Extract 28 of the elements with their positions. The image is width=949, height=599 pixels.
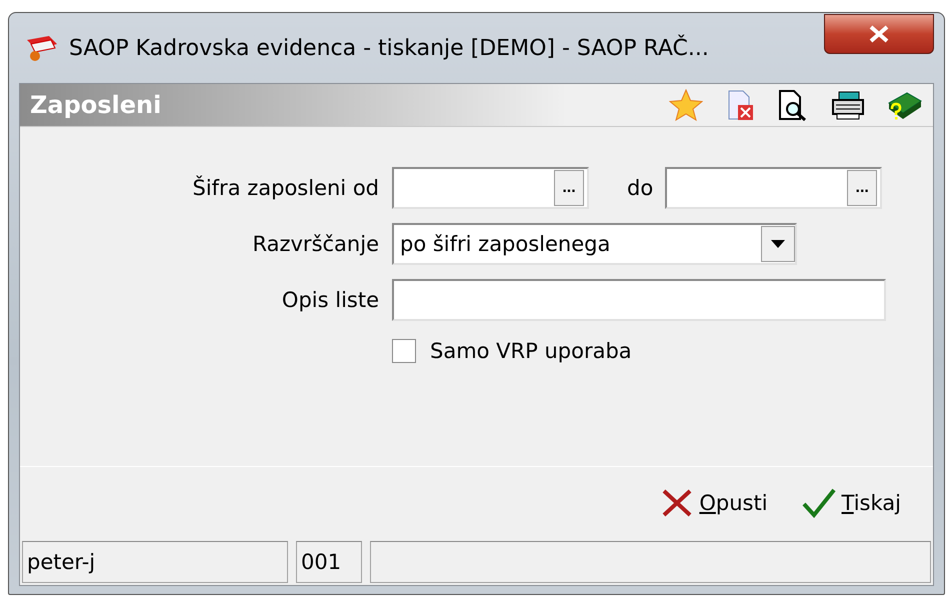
checkbox[interactable] [392, 339, 416, 363]
header-title: Zaposleni [30, 91, 162, 119]
printer-icon[interactable] [831, 90, 865, 120]
cancel-button[interactable]: Opusti [661, 488, 768, 518]
status-panel: peter-j [22, 541, 288, 583]
close-icon [867, 24, 891, 44]
dropdown[interactable]: po šifri zaposlenega [392, 223, 797, 265]
field-label: Opis liste [280, 288, 379, 312]
checkmark-icon [802, 488, 836, 518]
field-label: do [627, 176, 654, 200]
cross-icon [661, 488, 694, 518]
status-panel: 001 [296, 541, 362, 583]
dropdown-button[interactable] [761, 226, 795, 262]
browse-button[interactable]: ... [554, 170, 584, 206]
star-icon[interactable] [669, 89, 703, 121]
browse-button[interactable]: ... [847, 170, 878, 206]
caret-icon [771, 240, 785, 248]
checkbox-label: Samo VRP uporaba [430, 339, 632, 363]
input-field[interactable]: ... [392, 167, 589, 209]
close-button[interactable] [824, 14, 934, 54]
input-field[interactable] [392, 279, 886, 321]
print-button[interactable]: Tiskaj [802, 488, 901, 518]
window-title: SAOP Kadrovska evidenca - tiskanje [DEMO] - SAOP RAČ... [69, 36, 710, 60]
print-preview-icon[interactable] [777, 89, 809, 121]
input-field[interactable]: ... [665, 167, 882, 209]
field-label: Šifra zaposleni od [192, 176, 379, 200]
app-logo-icon [25, 34, 59, 62]
field-label: Razvrščanje [251, 232, 379, 256]
